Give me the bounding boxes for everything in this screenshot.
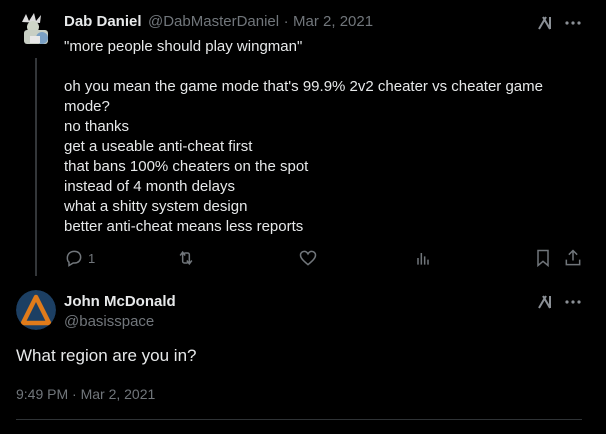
tweet1-header: Dab Daniel @DabMasterDaniel · Mar 2, 202…	[64, 13, 373, 31]
display-name[interactable]: John McDonald	[64, 293, 176, 310]
grok-icon[interactable]	[535, 13, 555, 33]
more-icon[interactable]	[563, 13, 583, 33]
bookmark-button[interactable]	[533, 248, 553, 273]
more-icon[interactable]	[563, 292, 583, 312]
like-button[interactable]	[298, 248, 318, 273]
tweet-date[interactable]: Mar 2, 2021	[293, 13, 373, 30]
avatar-john-mcdonald[interactable]	[16, 290, 56, 330]
avatar-image	[16, 290, 56, 330]
thread-line	[35, 58, 37, 276]
user-handle[interactable]: @basisspace	[64, 313, 154, 330]
grok-icon[interactable]	[535, 292, 555, 312]
retweet-icon	[179, 250, 193, 266]
separator: ·	[283, 13, 289, 30]
tweet-text: "more people should play wingman" oh you…	[64, 38, 543, 235]
views-button[interactable]	[413, 248, 433, 273]
bookmark-icon	[537, 249, 549, 268]
user-handle[interactable]: @DabMasterDaniel	[148, 13, 279, 30]
reply-count: 1	[88, 250, 96, 266]
views-icon	[417, 253, 429, 265]
reply-timestamp[interactable]: 9:49 PM · Mar 2, 2021	[16, 386, 155, 402]
retweet-button[interactable]	[176, 248, 196, 273]
reply-text: What region are you in?	[16, 346, 197, 365]
display-name[interactable]: Dab Daniel	[64, 13, 142, 30]
share-icon	[565, 249, 581, 266]
reply-icon	[66, 250, 82, 267]
reply-button[interactable]: 1	[64, 248, 95, 268]
like-icon	[299, 250, 317, 266]
divider	[16, 419, 582, 420]
share-button[interactable]	[563, 248, 583, 273]
avatar-image	[22, 13, 48, 44]
avatar-dab-daniel[interactable]	[16, 10, 56, 50]
